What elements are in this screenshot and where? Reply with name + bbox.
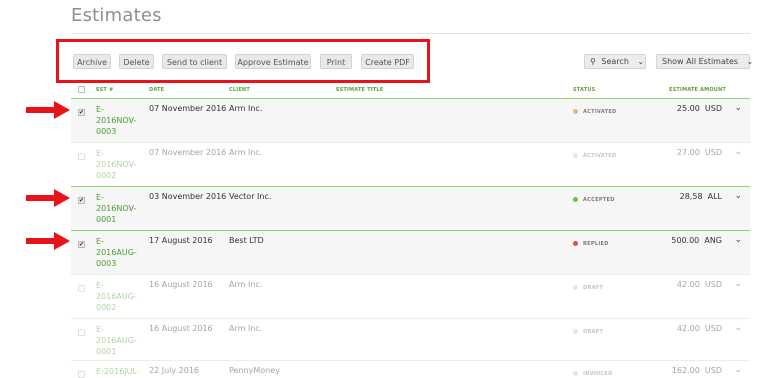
client-name: Best LTD [229,236,264,245]
row-checkbox[interactable] [78,371,85,378]
expand-chevron-icon[interactable]: ⌄ [734,279,742,289]
estimate-number-link[interactable]: E- 2016NOV- 0002 [96,148,141,181]
estimate-number-link[interactable]: E- 2016AUG- 0001 [96,324,141,357]
search-label: Search [601,57,629,66]
column-est[interactable]: EST # [96,87,113,93]
status-badge: ACTIVATED [573,153,617,159]
table-row[interactable]: ✔ E- 2016AUG- 0003 17 August 2016 Best LTD R… [71,230,750,274]
status-badge: ACCEPTED [573,197,615,203]
estimate-number-link[interactable]: E- 2016AUG- 0003 [96,236,141,269]
archive-button[interactable]: Archive [73,54,111,69]
estimate-amount: 500.00 ANG [671,236,722,245]
expand-chevron-icon[interactable]: ⌄ [734,235,742,245]
estimate-date: 16 August 2016 [149,324,213,333]
status-dot-icon [573,153,578,158]
expand-chevron-icon[interactable]: ⌄ [734,103,742,113]
column-status[interactable]: STATUS [573,87,595,93]
estimate-amount: 42.00 USD [676,324,722,333]
page-title: Estimates [71,5,162,26]
status-label: DRAFT [583,285,604,291]
estimate-date: 03 November 2016 [149,192,227,201]
status-dot-icon [573,109,578,114]
table-header: EST # DATE CLIENT ESTIMATE TITLE STATUS … [71,82,750,98]
client-name: Arm Inc. [229,148,263,157]
column-client[interactable]: CLIENT [229,87,250,93]
print-button[interactable]: Print [320,54,352,69]
status-dot-icon [573,241,578,246]
status-dot-icon [573,285,578,290]
show-all-estimates-dropdown[interactable]: Show All Estimates ⌄ [656,54,753,69]
status-badge: REPLIED [573,241,609,247]
table-row[interactable]: E- 2016AUG- 0002 16 August 2016 Arm Inc. DR… [71,274,750,318]
status-dot-icon [573,197,578,202]
chevron-down-icon: ⌄ [637,57,645,66]
status-label: ACTIVATED [583,153,617,159]
estimate-number-link[interactable]: E- 2016AUG- 0002 [96,280,141,313]
red-arrow-row-1 [26,101,70,119]
estimate-number-link[interactable]: E- 2016NOV- 0003 [96,104,141,137]
estimate-date: 07 November 2016 [149,104,227,113]
red-arrow-row-4 [26,232,70,250]
expand-chevron-icon[interactable]: ⌄ [734,323,742,333]
table-row[interactable]: E- 2016AUG- 0001 16 August 2016 Arm Inc. DR… [71,318,750,360]
chevron-down-icon: ⌄ [746,57,754,66]
estimate-date: 07 November 2016 [149,148,227,157]
search-button[interactable]: ⚲ Search ⌄ [584,54,646,69]
row-checkbox[interactable] [78,285,85,292]
row-checkbox[interactable]: ✔ [78,109,85,116]
estimate-amount: 25.00 USD [676,104,722,113]
estimate-date: 16 August 2016 [149,280,213,289]
filter-label: Show All Estimates [662,57,739,66]
table-row[interactable]: E-2016JUL- 22 July 2016 PennyMoney INVOICED… [71,360,750,378]
table-row[interactable]: E- 2016NOV- 0002 07 November 2016 Arm Inc.… [71,142,750,186]
status-badge: DRAFT [573,329,603,335]
status-label: DRAFT [583,329,604,335]
title-divider [71,33,750,34]
status-badge: INVOICED [573,371,613,377]
row-checkbox[interactable]: ✔ [78,241,85,248]
client-name: Vector Inc. [229,192,272,201]
client-name: Arm Inc. [229,280,263,289]
table-row[interactable]: ✔ E- 2016NOV- 0003 07 November 2016 Arm Inc… [71,98,750,142]
row-checkbox[interactable] [78,153,85,160]
status-dot-icon [573,329,578,334]
row-checkbox[interactable]: ✔ [78,197,85,204]
status-badge: ACTIVATED [573,109,617,115]
status-label: REPLIED [583,241,609,247]
status-label: ACTIVATED [583,109,617,115]
estimate-amount: 27.00 USD [676,148,722,157]
delete-button[interactable]: Delete [119,54,154,69]
create-pdf-button[interactable]: Create PDF [361,54,414,69]
estimate-number-link[interactable]: E-2016JUL- [96,366,141,377]
client-name: Arm Inc. [229,324,263,333]
status-label: INVOICED [583,371,613,377]
search-icon: ⚲ [590,57,596,66]
row-checkbox[interactable] [78,329,85,336]
table-row[interactable]: ✔ E- 2016NOV- 0001 03 November 2016 Vector … [71,186,750,230]
approve-estimate-button[interactable]: Approve Estimate [235,54,311,69]
column-date[interactable]: DATE [149,87,164,93]
estimate-amount: 42.00 USD [676,280,722,289]
column-estimate-title[interactable]: ESTIMATE TITLE [336,87,383,93]
send-to-client-button[interactable]: Send to client [162,54,227,69]
estimate-number-link[interactable]: E- 2016NOV- 0001 [96,192,141,225]
expand-chevron-icon[interactable]: ⌄ [734,147,742,157]
red-arrow-row-3 [26,189,70,207]
estimate-amount: 28,58 ALL [679,192,722,201]
estimate-date: 17 August 2016 [149,236,213,245]
client-name: Arm Inc. [229,104,263,113]
column-estimate-amount[interactable]: ESTIMATE AMOUNT [669,87,726,93]
expand-chevron-icon[interactable]: ⌄ [734,191,742,201]
select-all-checkbox[interactable] [78,86,85,93]
status-badge: DRAFT [573,285,603,291]
status-label: ACCEPTED [583,197,615,203]
